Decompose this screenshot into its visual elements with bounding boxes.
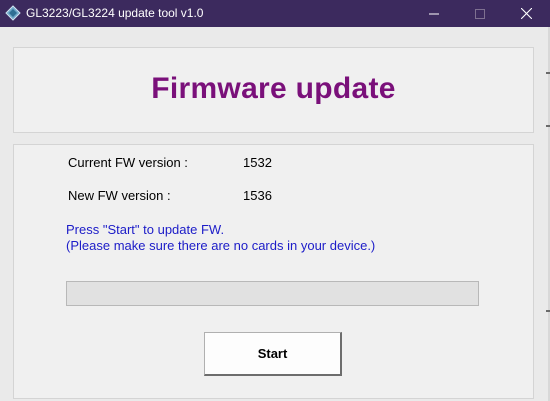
minimize-button[interactable] [411, 0, 457, 27]
edge-tick [546, 72, 550, 74]
maximize-icon [475, 8, 485, 19]
instruction-line-1: Press "Start" to update FW. [66, 222, 225, 237]
current-version-value: 1532 [243, 155, 272, 170]
current-version-label: Current FW version : [68, 155, 188, 170]
minimize-icon [429, 13, 439, 14]
start-button[interactable]: Start [204, 332, 342, 376]
header-panel: Firmware update [13, 47, 534, 133]
window-title: GL3223/GL3224 update tool v1.0 [26, 6, 204, 20]
title-bar[interactable]: GL3223/GL3224 update tool v1.0 [0, 0, 550, 27]
progress-bar [66, 281, 479, 306]
edge-tick [546, 125, 550, 127]
close-icon [520, 8, 532, 19]
maximize-button[interactable] [457, 0, 503, 27]
instruction-line-2: (Please make sure there are no cards in … [66, 238, 376, 253]
close-button[interactable] [503, 0, 549, 27]
page-title: Firmware update [151, 72, 396, 105]
edge-tick [546, 310, 550, 312]
new-version-value: 1536 [243, 188, 272, 203]
new-version-label: New FW version : [68, 188, 171, 203]
app-diamond-icon [5, 5, 21, 21]
